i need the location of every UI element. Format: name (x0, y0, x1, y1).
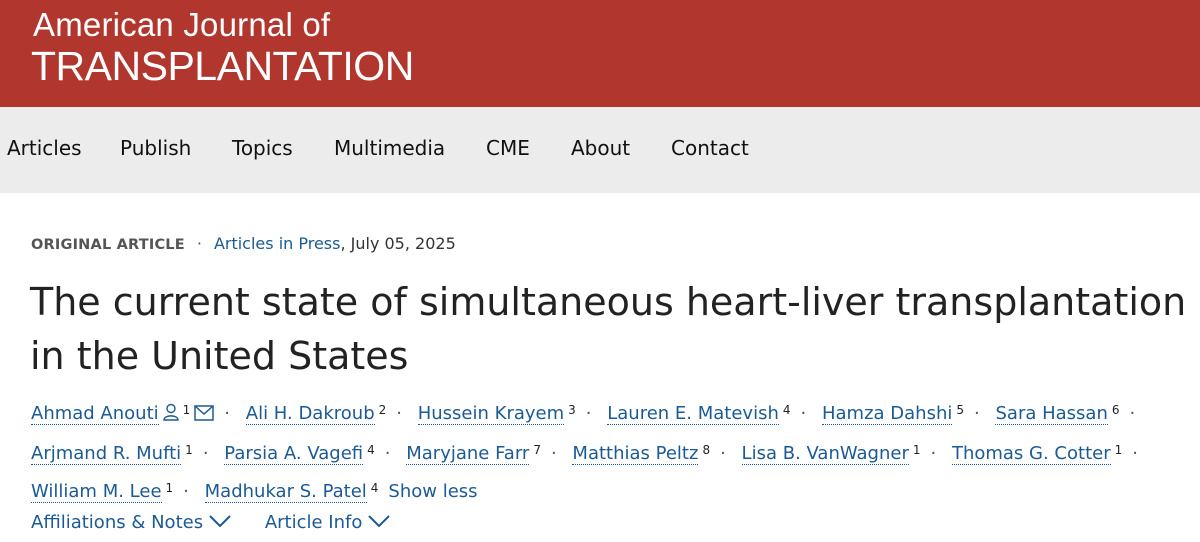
nav-item-cme[interactable]: CME (486, 136, 530, 160)
author-separator: · (930, 443, 937, 464)
author-link[interactable]: Ali H. Dakroub (245, 403, 375, 425)
affiliation-number: 1 (165, 481, 174, 495)
affiliation-number: 7 (533, 443, 541, 457)
author-link[interactable]: William M. Lee (31, 481, 162, 503)
author-separator: · (720, 443, 726, 464)
journal-masthead[interactable]: American Journal of TRANSPLANTATION (0, 0, 1200, 107)
nav-item-multimedia[interactable]: Multimedia (334, 136, 445, 160)
meta-separator: · (196, 234, 202, 253)
author-separator: · (183, 481, 189, 502)
affiliations-notes-label: Affiliations & Notes (31, 512, 204, 533)
author-separator: · (396, 403, 402, 424)
author-separator: · (974, 403, 980, 424)
nav-item-topics[interactable]: Topics (232, 136, 293, 160)
author-link[interactable]: Thomas G. Cotter (951, 443, 1111, 465)
article-info-label: Article Info (264, 512, 363, 533)
affiliation-number: 1 (185, 443, 193, 457)
main-navigation: Articles Publish Topics Multimedia CME A… (0, 107, 1200, 193)
nav-item-publish[interactable]: Publish (120, 136, 191, 160)
author-link[interactable]: Madhukar S. Patel (204, 481, 367, 503)
show-less-button[interactable]: Show less (388, 481, 477, 502)
journal-name-line2: TRANSPLANTATION (31, 43, 414, 89)
author-link[interactable]: Sara Hassan (995, 403, 1108, 425)
article-type: ORIGINAL ARTICLE (31, 237, 185, 253)
author-separator: · (1129, 403, 1136, 424)
affiliations-notes-toggle[interactable]: Affiliations & Notes (31, 511, 231, 533)
author-separator: · (384, 443, 391, 464)
nav-item-contact[interactable]: Contact (671, 136, 749, 160)
envelope-icon[interactable] (194, 398, 215, 433)
author-separator: · (1132, 443, 1138, 464)
journal-name-line1: American Journal of (33, 6, 331, 43)
affiliation-number: 4 (782, 403, 791, 417)
article-title: The current state of simultaneous heart-… (30, 280, 1187, 378)
article-date: , July 05, 2025 (340, 234, 456, 253)
author-link[interactable]: Matthias Peltz (572, 443, 699, 465)
author-link[interactable]: Arjmand R. Mufti (31, 443, 182, 465)
person-icon[interactable] (162, 398, 179, 433)
affiliation-number: 3 (568, 403, 576, 417)
nav-item-about[interactable]: About (571, 136, 630, 160)
article-sections: Affiliations & Notes Article Info (31, 511, 418, 533)
author-separator: · (202, 443, 209, 464)
affiliation-number: 4 (367, 443, 375, 457)
chevron-down-icon (209, 511, 231, 532)
author-list: Ahmad Anouti 1 · Ali H. Dakroub 2 · Hussein … (31, 393, 1196, 509)
chevron-down-icon (368, 511, 391, 532)
author-link[interactable]: Parsia A. Vagefi (224, 443, 364, 465)
affiliation-number: 1 (1114, 443, 1123, 457)
author-link[interactable]: Lauren E. Matevish (607, 403, 779, 425)
author-separator: · (585, 403, 592, 424)
author-link[interactable]: Ahmad Anouti (31, 403, 159, 425)
nav-item-articles[interactable]: Articles (7, 136, 82, 160)
articles-in-press-link[interactable]: Articles in Press (214, 234, 341, 253)
affiliation-number: 1 (912, 443, 921, 457)
author-separator: · (550, 443, 557, 464)
article-info-toggle[interactable]: Article Info (265, 511, 391, 533)
author-separator: · (800, 403, 807, 424)
affiliation-number: 8 (702, 443, 711, 457)
affiliation-number: 6 (1111, 403, 1120, 417)
article-meta: ORIGINAL ARTICLE · Articles in Press, July… (31, 234, 456, 253)
affiliation-number: 4 (370, 481, 379, 495)
author-link[interactable]: Lisa B. VanWagner (741, 443, 909, 465)
author-link[interactable]: Hussein Krayem (417, 403, 565, 425)
author-separator: · (224, 403, 231, 424)
author-link[interactable]: Hamza Dahshi (821, 403, 953, 425)
author-link[interactable]: Maryjane Farr (406, 443, 530, 465)
affiliation-number: 1 (182, 403, 191, 417)
affiliation-number: 2 (378, 403, 387, 417)
affiliation-number: 5 (956, 403, 965, 417)
